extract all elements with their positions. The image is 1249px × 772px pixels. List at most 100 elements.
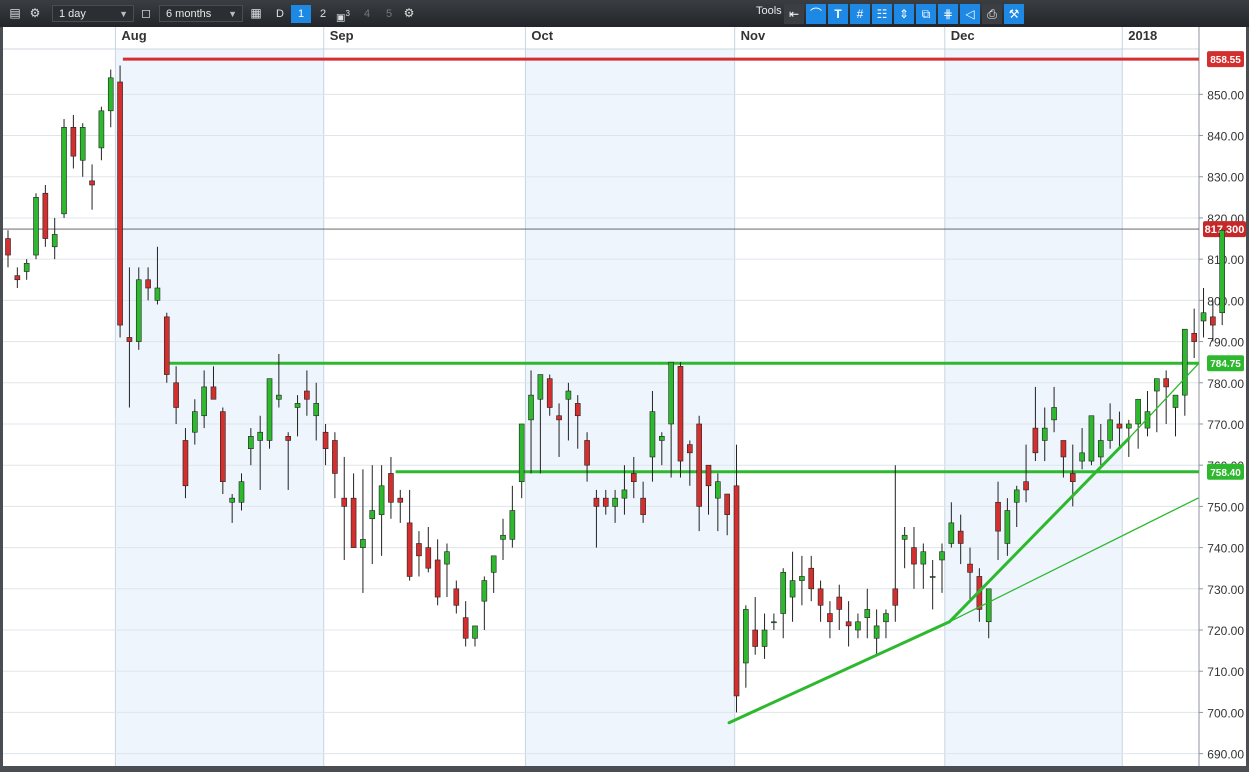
y-tick-label: 700.00 [1207, 706, 1244, 720]
candle-body [911, 547, 917, 565]
chevron-down-icon: ▼ [228, 9, 237, 19]
pane-5-button[interactable]: 5 [379, 5, 399, 23]
calendar-icon[interactable]: ▦ [247, 4, 265, 22]
candle-body [1051, 407, 1057, 421]
pitchfork-tool-icon[interactable]: ⋕ [938, 4, 958, 24]
curve-tool-icon[interactable]: ⌒ [806, 4, 826, 24]
x-tick-label: Nov [741, 28, 766, 43]
copy-tool-icon[interactable]: ⧉ [916, 4, 936, 24]
candle-body [1079, 452, 1085, 462]
candle-body [350, 497, 357, 548]
tools-settings-icon[interactable]: ⚒ [1004, 4, 1024, 24]
candle-body [173, 382, 179, 408]
candle-body [649, 411, 656, 458]
candle-body [630, 473, 637, 482]
candle-body [406, 522, 413, 577]
candle-body [453, 588, 460, 606]
candle-body [658, 436, 665, 441]
candle-body [687, 444, 693, 454]
candle-body [117, 81, 123, 326]
scrollbar-strip[interactable] [0, 766, 1249, 772]
candle-body [1210, 316, 1216, 326]
candle-body [1163, 378, 1169, 388]
price-chart[interactable]: Aug Sep Oct Nov Dec 2018 690.00 700.00 710.00 720… [3, 27, 1246, 766]
y-tick-label: 750.00 [1207, 500, 1244, 514]
lock-icon[interactable]: ◻ [137, 4, 155, 22]
candle-body [752, 629, 759, 647]
candle-body [182, 440, 189, 487]
chart-menu-icon[interactable]: ▤ [6, 4, 24, 22]
candle-body [51, 234, 58, 248]
candle-body [817, 588, 824, 606]
candle-body [1097, 440, 1104, 458]
candle-tool-icon[interactable]: ⇕ [894, 4, 914, 24]
month-shading-0 [115, 49, 324, 766]
candle-body [668, 361, 674, 425]
date-header [3, 27, 1199, 49]
candle-body [341, 497, 348, 507]
chart-area[interactable]: Aug Sep Oct Nov Dec 2018 690.00 700.00 710.00 720… [0, 27, 1249, 772]
candle-body [107, 77, 114, 112]
candle-body [61, 126, 67, 215]
month-shading-2 [944, 49, 1123, 766]
print-icon[interactable]: ⎙ [982, 4, 1002, 24]
candle-body [1004, 510, 1011, 544]
candle-body [808, 567, 815, 590]
candle-body [827, 613, 833, 623]
pointer-tool-icon[interactable]: ⇤ [784, 4, 804, 24]
candle-body [229, 497, 235, 503]
candle-body [238, 481, 245, 503]
chart-type-button[interactable]: D [270, 5, 290, 23]
candle-body [126, 337, 133, 342]
candle-body [416, 543, 422, 557]
candle-body [995, 501, 1001, 532]
candle-body [836, 596, 843, 610]
candle-body [920, 551, 927, 565]
candle-body [163, 316, 170, 375]
month-shading-1 [525, 49, 735, 766]
candle-body [696, 423, 702, 507]
candle-body [322, 431, 329, 450]
candle-body [883, 613, 889, 623]
candle-body [715, 481, 721, 499]
text-tool-icon[interactable]: T [828, 4, 848, 24]
x-tick-label: Oct [531, 28, 553, 43]
candle-body [360, 539, 366, 548]
candle-body [1191, 333, 1197, 342]
y-tick-label: 770.00 [1207, 418, 1244, 432]
interval-dropdown[interactable]: 1 day ▼ [52, 5, 134, 22]
candle-body [1107, 419, 1113, 441]
candle-body [602, 497, 609, 507]
pane-2-button[interactable]: 2 [313, 5, 333, 23]
level-label-0: 858.55 [1210, 55, 1241, 66]
x-tick-label: Dec [951, 28, 975, 43]
y-tick-label: 780.00 [1207, 377, 1244, 391]
pane-4-button[interactable]: 4 [357, 5, 377, 23]
gear-icon[interactable]: ⚙ [400, 4, 418, 22]
pane-1-button[interactable]: 1 [291, 5, 311, 23]
x-tick-label: 2018 [1128, 28, 1157, 43]
x-tick-label: Sep [330, 28, 354, 43]
candle-body [500, 534, 506, 540]
fibonacci-tool-icon[interactable]: ☷ [872, 4, 892, 24]
y-tick-label: 690.00 [1207, 748, 1244, 762]
candle-body [929, 576, 936, 578]
settings-gear-icon[interactable]: ⚙ [26, 4, 44, 22]
candle-body [145, 279, 151, 289]
candle-body [537, 374, 544, 400]
candle-body [574, 403, 581, 417]
range-dropdown-label: 6 months [166, 8, 212, 20]
pane-3-button[interactable]: ▣3 [333, 5, 353, 24]
candle-body [985, 588, 992, 623]
range-dropdown[interactable]: 6 months ▼ [159, 5, 243, 22]
candle-body [1116, 423, 1123, 429]
shape-tool-icon[interactable]: ◁ [960, 4, 980, 24]
candle-body [257, 431, 263, 441]
grid-tool-icon[interactable]: # [850, 4, 870, 24]
candle-body [901, 534, 908, 540]
level-label-2: 758.40 [1210, 468, 1241, 479]
pane-3-superscript: 3 [345, 9, 350, 18]
interval-dropdown-label: 1 day [59, 8, 86, 20]
candle-body [780, 572, 787, 614]
candle-body [33, 197, 39, 256]
